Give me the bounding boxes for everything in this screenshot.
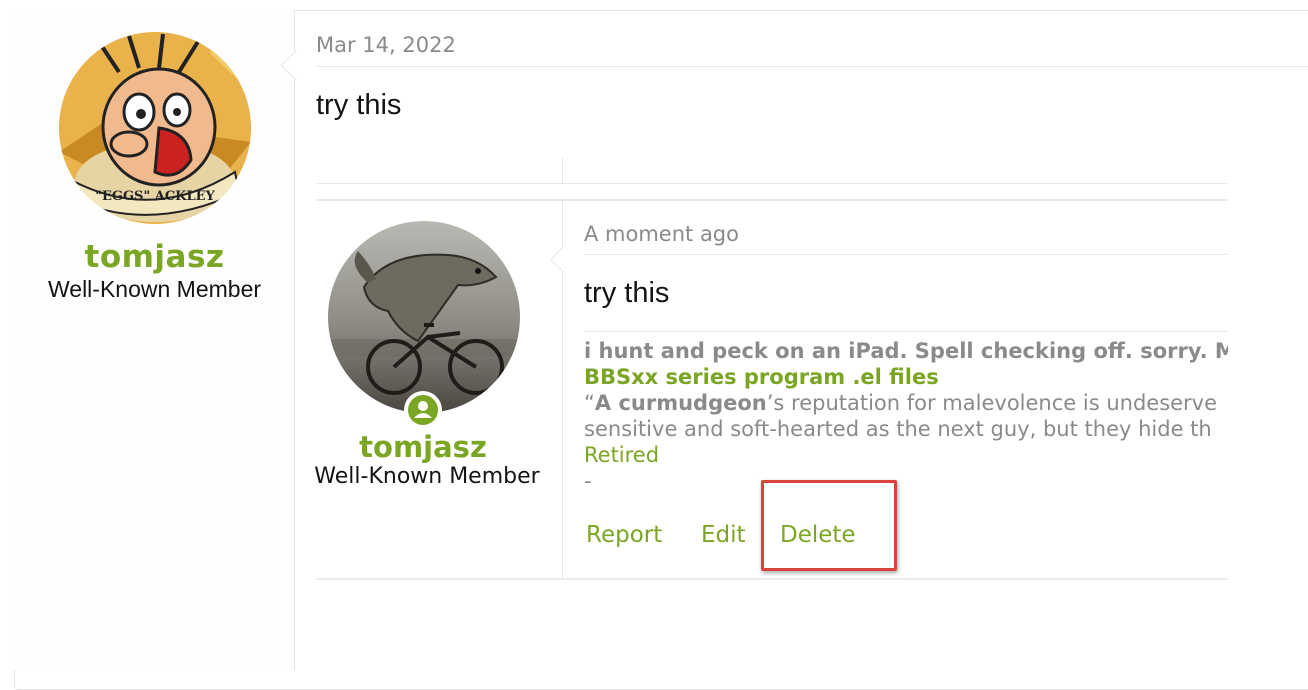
post-message: try this bbox=[316, 89, 402, 121]
signature-quote-text: ’s reputation for malevolence is undeser… bbox=[766, 391, 1218, 415]
report-button[interactable]: Report bbox=[586, 522, 662, 548]
edit-button[interactable]: Edit bbox=[701, 522, 746, 548]
signature-quote-bold: A curmudgeon bbox=[594, 391, 767, 415]
avatar[interactable]: "EGGS" ACKLEY bbox=[59, 32, 251, 224]
avatar-caption: "EGGS" ACKLEY bbox=[95, 189, 215, 204]
signature-line: sensitive and soft-hearted as the next g… bbox=[584, 417, 1212, 441]
user-online-icon bbox=[414, 401, 432, 418]
signature-line: i hunt and peck on an iPad. Spell checki… bbox=[584, 339, 1228, 363]
clipped-text-fragment bbox=[356, 152, 536, 162]
signature-quote-mark: “ bbox=[584, 391, 595, 415]
signature-quote: “A curmudgeon’s reputation for malevolen… bbox=[584, 390, 1228, 416]
avatar-fish-on-bicycle-icon bbox=[328, 221, 520, 413]
signature-dash: - bbox=[584, 469, 592, 493]
signature: i hunt and peck on an iPad. Spell checki… bbox=[584, 338, 1228, 494]
quoted-post-date[interactable]: A moment ago bbox=[584, 222, 739, 246]
divider bbox=[562, 158, 563, 184]
divider bbox=[584, 331, 1228, 332]
user-title: Well-Known Member bbox=[47, 276, 262, 302]
divider bbox=[316, 578, 1228, 580]
signature-link[interactable]: BBSxx series program .el files bbox=[584, 364, 1228, 390]
online-status bbox=[404, 391, 442, 429]
username[interactable]: tomjasz bbox=[14, 239, 295, 275]
quoted-post-message: try this bbox=[584, 277, 670, 309]
post-date[interactable]: Mar 14, 2022 bbox=[316, 33, 456, 57]
delete-highlight-annotation bbox=[761, 480, 897, 571]
divider bbox=[316, 66, 1308, 67]
quoted-user-title: Well-Known Member bbox=[314, 464, 540, 489]
signature-retired: Retired bbox=[584, 443, 660, 467]
divider bbox=[584, 254, 1228, 255]
avatar-eggs-ackley-icon: "EGGS" ACKLEY bbox=[59, 32, 251, 224]
quoted-username[interactable]: tomjasz bbox=[316, 430, 530, 464]
avatar[interactable] bbox=[328, 221, 520, 413]
divider bbox=[316, 183, 1228, 184]
